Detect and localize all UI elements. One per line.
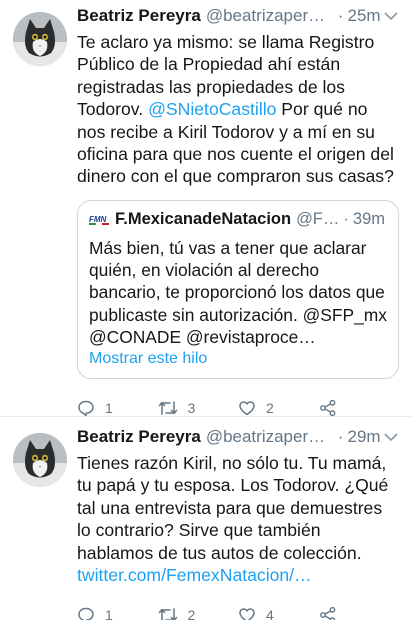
quote-author-name[interactable]: F.MexicanadeNatacion xyxy=(115,210,291,229)
svg-text:FMN: FMN xyxy=(89,215,107,224)
tweet-header: Beatriz Pereyra @beatrizapere… · 29m xyxy=(77,425,399,449)
reply-button[interactable]: 1 xyxy=(77,399,158,417)
retweet-icon xyxy=(158,606,178,620)
url-link[interactable]: twitter.com/FemexNatacion/… xyxy=(77,565,312,585)
timestamp[interactable]: 29m xyxy=(347,427,380,447)
show-thread-link[interactable]: Mostrar este hilo xyxy=(89,350,387,368)
author-handle[interactable]: @beatrizapere… xyxy=(206,427,334,447)
retweet-icon xyxy=(158,399,178,417)
avatar[interactable] xyxy=(13,12,67,66)
author-name[interactable]: Beatriz Pereyra xyxy=(77,6,201,26)
retweet-button[interactable]: 3 xyxy=(158,399,239,417)
reply-icon xyxy=(77,399,95,417)
share-icon xyxy=(319,606,337,620)
reply-count: 1 xyxy=(105,607,113,620)
quote-timestamp[interactable]: 39m xyxy=(353,210,385,229)
retweet-count: 3 xyxy=(187,400,196,417)
chevron-down-icon[interactable] xyxy=(383,8,399,24)
quoted-tweet[interactable]: FMN F.MexicanadeNatacion @F… · 39m Más b… xyxy=(77,199,399,380)
tweet-text: Te aclaro ya mismo: se llama Registro Pú… xyxy=(77,31,399,188)
chevron-down-icon[interactable] xyxy=(383,429,399,445)
cat-avatar-image xyxy=(13,12,67,66)
quote-text: Más bien, tú vas a tener que aclarar qui… xyxy=(89,237,387,348)
retweet-count: 2 xyxy=(187,607,196,620)
tweet[interactable]: Beatriz Pereyra @beatrizapere… · 25m Te … xyxy=(0,0,411,417)
like-count: 2 xyxy=(266,400,274,417)
like-button[interactable]: 4 xyxy=(238,606,319,620)
federation-logo-icon: FMN xyxy=(89,213,109,227)
tweet-header: Beatriz Pereyra @beatrizapere… · 25m xyxy=(77,4,399,28)
reply-button[interactable]: 1 xyxy=(77,606,158,620)
quote-header: FMN F.MexicanadeNatacion @F… · 39m xyxy=(89,209,387,231)
share-button[interactable] xyxy=(319,399,400,417)
avatar[interactable] xyxy=(13,433,67,487)
retweet-button[interactable]: 2 xyxy=(158,606,239,620)
cat-avatar-image xyxy=(13,433,67,487)
mention-link[interactable]: @SNietoCastillo xyxy=(148,99,276,119)
separator-dot: · xyxy=(343,210,349,229)
author-handle[interactable]: @beatrizapere… xyxy=(206,6,334,26)
like-button[interactable]: 2 xyxy=(238,399,319,417)
reply-count: 1 xyxy=(105,400,113,417)
author-name[interactable]: Beatriz Pereyra xyxy=(77,427,201,447)
heart-icon xyxy=(238,399,256,417)
timestamp[interactable]: 25m xyxy=(347,6,380,26)
tweet-text: Tienes razón Kiril, no sólo tu. Tu mamá,… xyxy=(77,452,399,586)
quote-author-handle[interactable]: @F… xyxy=(296,210,339,229)
share-icon xyxy=(319,399,337,417)
tweet-text-part: Tienes razón Kiril, no sólo tu. Tu mamá,… xyxy=(77,453,389,563)
heart-icon xyxy=(238,606,256,620)
like-count: 4 xyxy=(266,607,274,620)
share-button[interactable] xyxy=(319,606,400,620)
reply-icon xyxy=(77,606,95,620)
tweet[interactable]: Beatriz Pereyra @beatrizapere… · 29m Tie… xyxy=(0,417,411,620)
tweet-actions: 1 2 4 xyxy=(77,604,399,620)
separator-dot: · xyxy=(337,6,344,25)
separator-dot: · xyxy=(337,427,344,446)
